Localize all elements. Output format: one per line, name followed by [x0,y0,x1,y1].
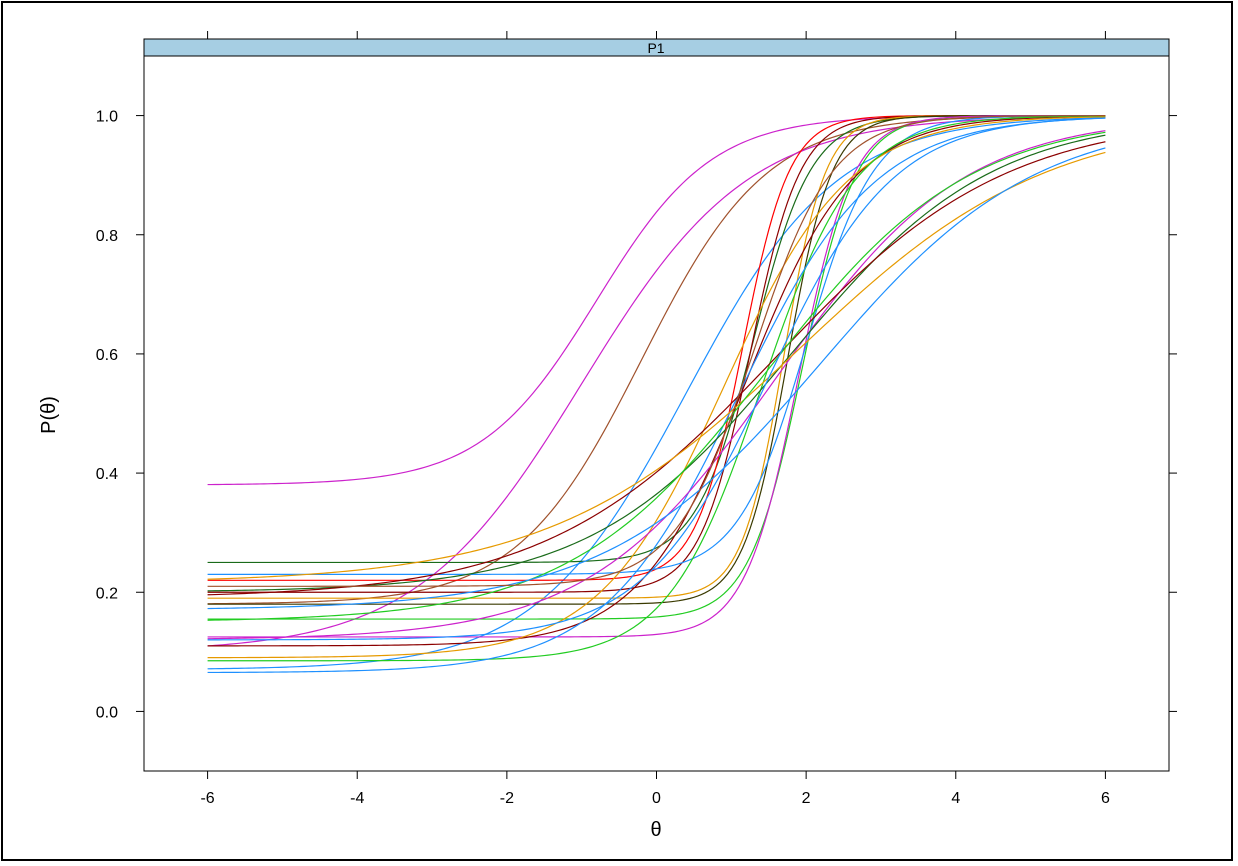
icc-curve-13 [207,115,1106,647]
icc-curve-21 [207,131,1106,621]
x-tick-label: 2 [802,790,811,807]
icc-curve-6 [207,114,1106,581]
chart-frame: P1 -6 -4 -2 0 2 4 6 0.0 0.2 0.4 0.6 0.8 1.0 θ P(θ) [1,1,1233,861]
icc-curve-3 [207,115,1106,647]
curves-group [207,114,1106,674]
y-tick-label: 0.4 [96,466,118,483]
panel-strip-label: P1 [647,40,664,56]
icc-curve-20 [207,151,1106,580]
icc-curve-9 [207,114,1106,605]
icc-curve-14 [207,116,1106,659]
y-tick-label: 0.2 [96,585,118,602]
icc-curve-16 [207,117,1106,674]
plot-panel [143,55,1170,772]
axis-ticks-group: -6 -4 -2 0 2 4 6 0.0 0.2 0.4 0.6 0.8 1.0 [96,31,1177,807]
icc-curve-15 [207,115,1106,662]
y-tick-label: 1.0 [96,109,118,126]
x-tick-label: -2 [500,790,514,807]
y-tick-label: 0.8 [96,228,118,245]
x-axis-title: θ [650,819,661,841]
item-characteristic-curves-chart: P1 -6 -4 -2 0 2 4 6 0.0 0.2 0.4 0.6 0.8 1.0 θ P(θ) [38,31,1177,841]
icc-curve-24 [207,115,1106,587]
x-tick-label: 6 [1101,790,1110,807]
icc-curve-2 [207,115,1106,605]
x-tick-label: 0 [652,790,661,807]
icc-curve-23 [207,147,1106,610]
x-tick-label: -6 [200,790,214,807]
y-tick-label: 0.0 [96,704,118,721]
icc-curve-12 [207,115,1106,575]
icc-curve-1 [207,115,1106,486]
y-tick-label: 0.6 [96,347,118,364]
icc-curve-11 [207,114,1106,638]
x-tick-label: -4 [350,790,364,807]
y-axis-title: P(θ) [38,396,60,434]
x-tick-label: 4 [951,790,960,807]
